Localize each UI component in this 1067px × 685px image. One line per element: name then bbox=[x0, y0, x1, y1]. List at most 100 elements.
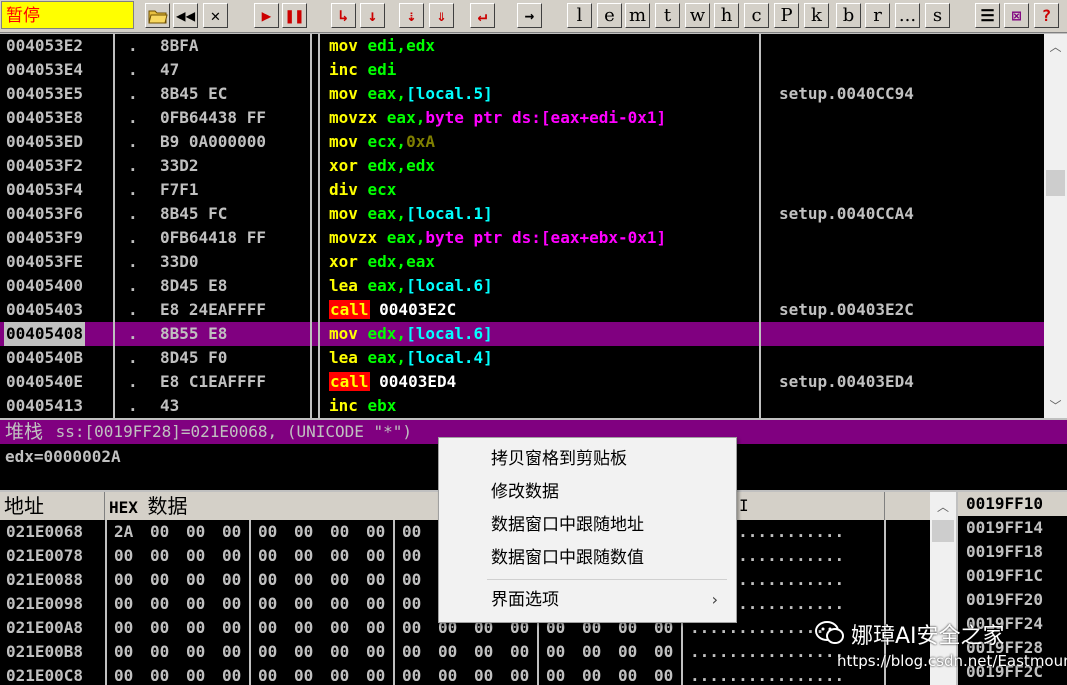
follow-value-in-dump-item[interactable]: 数据窗口中跟随数值 bbox=[439, 543, 734, 573]
scroll-up-icon[interactable]: ︿ bbox=[1044, 38, 1067, 55]
stack-address[interactable]: 0019FF18 bbox=[958, 540, 1067, 564]
modules-button[interactable]: e bbox=[597, 3, 622, 28]
dump-byte: 00 bbox=[366, 570, 386, 589]
scroll-thumb[interactable] bbox=[932, 520, 954, 542]
dump-byte: 00 bbox=[186, 522, 206, 541]
disasm-row[interactable]: 004053E5. 8B45 EC mov eax,[local.5] setup.0… bbox=[0, 82, 1044, 106]
copy-pane-to-clipboard-item[interactable]: 拷贝窗格到剪贴板 bbox=[439, 444, 734, 474]
instruction-marker: . bbox=[128, 252, 138, 271]
disasm-row[interactable]: 004053F4. F7F1 div ecx bbox=[0, 178, 1044, 202]
asm-token: edx,eax bbox=[367, 252, 435, 271]
windows-button[interactable]: w bbox=[685, 3, 710, 28]
open-file-icon[interactable] bbox=[145, 3, 170, 28]
stack-address[interactable]: 0019FF20 bbox=[958, 588, 1067, 612]
list-icon[interactable]: ☰ bbox=[975, 3, 1000, 28]
dump-byte: 00 bbox=[654, 666, 674, 685]
dump-byte: 00 bbox=[654, 642, 674, 661]
dump-row[interactable]: 021E00C8 00 00 00 00 00 00 00 00 00 00 00 00 00 00 00 00… bbox=[0, 664, 930, 685]
scroll-down-icon[interactable]: ﹀ bbox=[1044, 397, 1067, 414]
modify-data-item[interactable]: 修改数据 bbox=[439, 477, 734, 507]
instruction-address: 004053FE bbox=[6, 252, 84, 271]
run-trace-button[interactable]: ... bbox=[895, 3, 920, 28]
address-column-header[interactable]: 地址 bbox=[0, 492, 105, 520]
disassembly-scrollbar[interactable]: ︿ ﹀ bbox=[1044, 34, 1067, 418]
trace-over-icon[interactable]: ⇓ bbox=[429, 3, 454, 28]
dump-byte: 00 bbox=[330, 522, 350, 541]
help-button[interactable]: ? bbox=[1034, 3, 1059, 28]
asm-token: [local.1] bbox=[406, 204, 493, 223]
asm-token: eax, bbox=[386, 228, 426, 247]
column-divider bbox=[105, 520, 107, 685]
breakpoints-button[interactable]: b bbox=[836, 3, 861, 28]
threads-button[interactable]: t bbox=[655, 3, 680, 28]
disasm-row[interactable]: 004053F2. 33D2 xor edx,edx bbox=[0, 154, 1044, 178]
run-icon[interactable]: ▶ bbox=[254, 3, 279, 28]
restart-icon[interactable]: ◀◀ bbox=[173, 3, 198, 28]
ascii-column-header[interactable]: I bbox=[735, 492, 885, 520]
stack-address[interactable]: 0019FF14 bbox=[958, 516, 1067, 540]
asm-token: eax, bbox=[367, 84, 407, 103]
disasm-row[interactable]: 004053E4. 47 inc edi bbox=[0, 58, 1044, 82]
dump-byte: 00 bbox=[366, 546, 386, 565]
disasm-row[interactable]: 00405403. E8 24EAFFFF call 00403E2C setup.0… bbox=[0, 298, 1044, 322]
asm-token: byte ptr ds:[eax+ebx-0x1] bbox=[425, 228, 667, 247]
step-into-icon[interactable]: ↳ bbox=[331, 3, 356, 28]
stack-address[interactable]: 0019FF1C bbox=[958, 564, 1067, 588]
disasm-row[interactable]: 0040540E. E8 C1EAFFFF call 00403ED4 setup.0… bbox=[0, 370, 1044, 394]
asm-token: edi bbox=[367, 60, 397, 79]
instruction-marker: . bbox=[128, 276, 138, 295]
references-button[interactable]: r bbox=[865, 3, 890, 28]
dump-byte: 00 bbox=[150, 642, 170, 661]
dump-address: 021E0078 bbox=[6, 546, 84, 565]
asm-token: ecx, bbox=[367, 132, 407, 151]
disasm-row[interactable]: 0040540B. 8D45 F0 lea eax,[local.4] bbox=[0, 346, 1044, 370]
cpu-button[interactable]: c bbox=[744, 3, 769, 28]
disasm-row[interactable]: 004053ED. B9 0A000000 mov ecx,0xA bbox=[0, 130, 1044, 154]
asm-token: [local.5] bbox=[406, 84, 493, 103]
instruction-text: xor edx,eax bbox=[329, 250, 435, 274]
disasm-row[interactable]: 004053E2. 8BFA mov edi,edx bbox=[0, 34, 1044, 58]
scroll-up-icon[interactable]: ︿ bbox=[930, 498, 956, 515]
goto-icon[interactable]: → bbox=[517, 3, 542, 28]
options-icon[interactable]: ⊠ bbox=[1004, 3, 1029, 28]
instruction-marker: . bbox=[128, 180, 138, 199]
follow-address-in-dump-item[interactable]: 数据窗口中跟随地址 bbox=[439, 510, 734, 540]
execute-till-return-icon[interactable]: ↵ bbox=[470, 3, 495, 28]
close-icon[interactable]: ✕ bbox=[203, 3, 228, 28]
patches-button[interactable]: P bbox=[774, 3, 799, 28]
disasm-row[interactable]: 004053E8. 0FB64438 FF movzx eax,byte ptr d… bbox=[0, 106, 1044, 130]
instruction-text: inc ebx bbox=[329, 394, 396, 418]
dump-row[interactable]: 021E00B8 00 00 00 00 00 00 00 00 00 00 00 00 00 00 00 00… bbox=[0, 640, 930, 664]
interface-options-item[interactable]: 界面选项 › bbox=[439, 585, 734, 615]
dump-byte: 00 bbox=[402, 522, 422, 541]
disasm-row[interactable]: 004053FE. 33D0 xor edx,eax bbox=[0, 250, 1044, 274]
dump-byte: 00 bbox=[546, 642, 566, 661]
source-button[interactable]: s bbox=[925, 3, 950, 28]
dump-byte: 00 bbox=[258, 522, 278, 541]
disasm-row[interactable]: 00405400. 8D45 E8 lea eax,[local.6] bbox=[0, 274, 1044, 298]
instruction-bytes: 33D2 bbox=[160, 156, 199, 175]
log-window-button[interactable]: l bbox=[567, 3, 592, 28]
asm-token: lea bbox=[329, 348, 368, 367]
asm-token: mov bbox=[329, 132, 368, 151]
pause-icon[interactable]: ❚❚ bbox=[282, 3, 307, 28]
instruction-marker: . bbox=[128, 156, 138, 175]
handles-button[interactable]: h bbox=[714, 3, 739, 28]
instruction-text: mov eax,[local.5] bbox=[329, 82, 493, 106]
step-over-icon[interactable]: ↓ bbox=[360, 3, 385, 28]
disasm-row-selected[interactable]: 00405408. 8B55 E8 mov edx,[local.6] bbox=[0, 322, 1044, 346]
scroll-thumb[interactable] bbox=[1046, 170, 1065, 196]
disasm-row[interactable]: 00405413. 43 inc ebx bbox=[0, 394, 1044, 418]
stack-address[interactable]: 0019FF10 bbox=[958, 492, 1067, 516]
call-stack-button[interactable]: k bbox=[804, 3, 829, 28]
dump-byte: 00 bbox=[114, 594, 134, 613]
trace-into-icon[interactable]: ⇣ bbox=[399, 3, 424, 28]
disassembly-pane[interactable]: 004053E2. 8BFA mov edi,edx 004053E4. 47 inc e… bbox=[0, 34, 1044, 418]
asm-token: call bbox=[329, 300, 370, 319]
memory-map-button[interactable]: m bbox=[625, 3, 650, 28]
dump-byte: 00 bbox=[186, 546, 206, 565]
disasm-row[interactable]: 004053F9. 0FB64418 FF movzx eax,byte ptr d… bbox=[0, 226, 1044, 250]
disasm-row[interactable]: 004053F6. 8B45 FC mov eax,[local.1] setup.0… bbox=[0, 202, 1044, 226]
asm-token: edx, bbox=[367, 324, 407, 343]
instruction-bytes: 33D0 bbox=[160, 252, 199, 271]
